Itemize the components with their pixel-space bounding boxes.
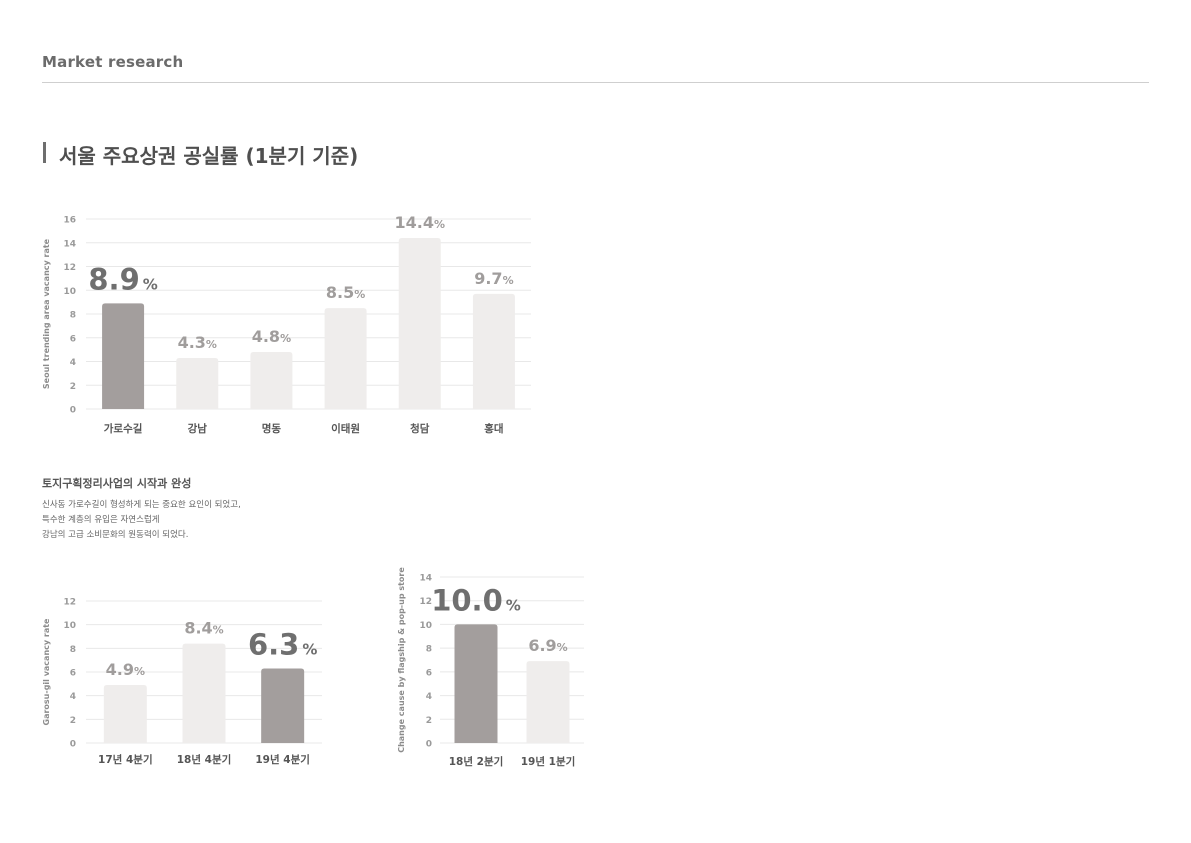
y-tick-label: 0	[426, 740, 432, 750]
bar	[526, 661, 570, 743]
section-line: 강남의 고급 소비문화의 원동력이 되었다.	[42, 530, 189, 540]
chart-flagship-popup-change: 0 2 4 6 8 10 12 14 Change cause by flagship & po…	[397, 567, 584, 768]
section-line: 특수한 계층의 유입은 자연스럽게	[42, 515, 160, 525]
value-label: 10.0%	[431, 583, 521, 617]
value-label: 6.9%	[528, 636, 567, 655]
y-tick-label: 2	[426, 716, 432, 726]
section-body: 신사동 가로수길이 형성하게 되는 중요한 요인이 되었고, 특수한 계층의 유…	[42, 498, 241, 543]
y-tick-label: 10	[419, 621, 432, 631]
y-axis-label: Change cause by flagship & pop-up store	[397, 567, 406, 753]
y-tick-label: 4	[426, 692, 432, 702]
bar	[454, 624, 498, 743]
y-tick-label: 8	[426, 645, 432, 655]
section-title: 토지구획정리사업의 시작과 완성	[42, 477, 192, 490]
y-tick-label: 12	[419, 597, 432, 607]
y-tick-label: 6	[426, 668, 432, 678]
section-line: 신사동 가로수길이 형성하게 되는 중요한 요인이 되었고,	[42, 500, 241, 510]
y-tick-label: 14	[419, 574, 432, 584]
category-label: 19년 1분기	[521, 755, 576, 768]
category-label: 18년 2분기	[449, 755, 504, 768]
